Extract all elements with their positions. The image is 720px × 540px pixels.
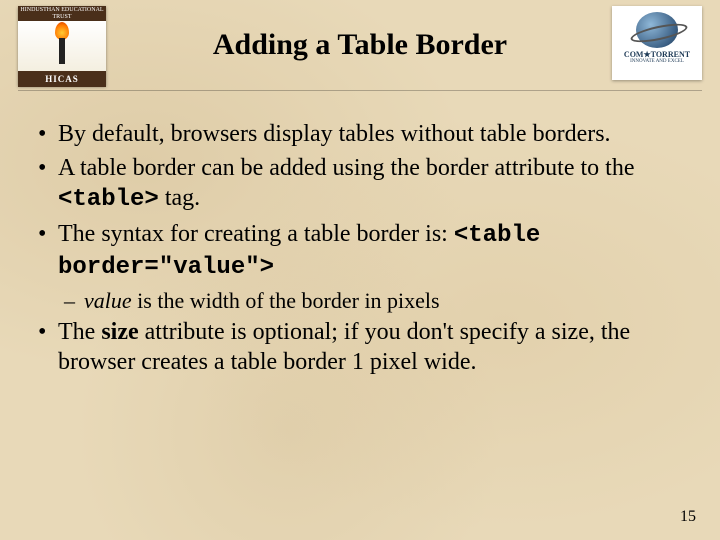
bullet-item: By default, browsers display tables with… <box>32 119 688 149</box>
slide-header: HINDUSTHAN EDUCATIONAL TRUST HICAS Addin… <box>18 0 702 91</box>
bullet-text: attribute is optional; if you don't spec… <box>58 319 630 375</box>
code-text: <table> <box>58 186 159 213</box>
logo-right-tagline: INNOVATE AND EXCEL <box>612 59 702 64</box>
sub-bullet-item: value is the width of the border in pixe… <box>32 287 688 315</box>
italic-text: value <box>84 288 132 313</box>
logo-left-bottom-text: HICAS <box>18 71 106 87</box>
bullet-text: The <box>58 319 101 345</box>
globe-icon <box>636 12 678 48</box>
bullet-text: tag. <box>159 185 200 211</box>
bullet-item: The size attribute is optional; if you d… <box>32 317 688 377</box>
bullet-text: By default, browsers display tables with… <box>58 121 611 147</box>
com-torrent-logo: COM★TORRENT INNOVATE AND EXCEL <box>612 6 702 80</box>
bullet-text: A table border can be added using the bo… <box>58 155 634 181</box>
bullet-list: By default, browsers display tables with… <box>32 119 688 283</box>
bullet-text: The syntax for creating a table border i… <box>58 221 454 247</box>
page-number: 15 <box>680 508 696 526</box>
logo-right-brand: COM★TORRENT <box>612 50 702 59</box>
slide-body: By default, browsers display tables with… <box>0 91 720 377</box>
slide-title: Adding a Table Border <box>18 28 702 62</box>
bullet-item: A table border can be added using the bo… <box>32 153 688 215</box>
logo-left-top-text: HINDUSTHAN EDUCATIONAL TRUST <box>18 6 106 21</box>
sub-bullet-list: value is the width of the border in pixe… <box>32 287 688 315</box>
bold-text: size <box>101 319 138 345</box>
bullet-item: The syntax for creating a table border i… <box>32 219 688 283</box>
sub-bullet-text: is the width of the border in pixels <box>132 288 440 313</box>
bullet-list: The size attribute is optional; if you d… <box>32 317 688 377</box>
